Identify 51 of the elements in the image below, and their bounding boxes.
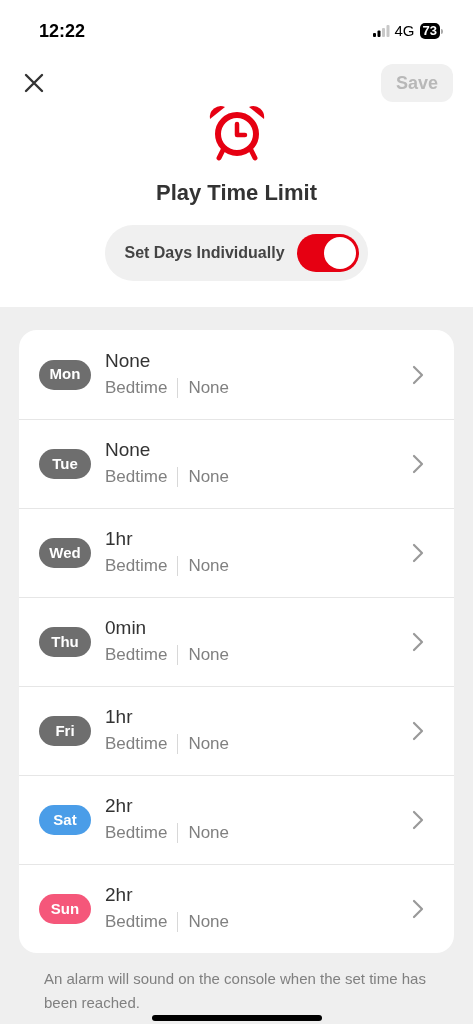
bedtime-label: Bedtime — [105, 555, 168, 578]
chevron-icon — [412, 721, 424, 741]
bedtime-value: None — [188, 376, 229, 399]
day-row[interactable]: Fri 1hr Bedtime None — [19, 686, 454, 775]
day-badge: Mon — [39, 359, 91, 390]
limit-value: 2hr — [105, 794, 134, 819]
day-badge: Sun — [39, 894, 91, 924]
chevron-icon — [412, 632, 424, 652]
chevron-icon — [412, 899, 424, 919]
bedtime-label: Bedtime — [105, 822, 168, 845]
chevron-icon — [412, 364, 424, 385]
bedtime-value: None — [188, 466, 229, 489]
bedtime-value: None — [188, 822, 229, 845]
limit-value: None — [105, 438, 152, 463]
day-badge: Wed — [39, 538, 91, 568]
bedtime-value: None — [188, 911, 229, 934]
day-badge: Tue — [39, 449, 91, 479]
bedtime-label: Bedtime — [105, 466, 168, 489]
bedtime-value: None — [188, 733, 229, 756]
bedtime-value: None — [188, 555, 229, 578]
limit-value: 1hr — [105, 527, 134, 552]
day-row[interactable]: Tue None Bedtime None — [19, 419, 454, 508]
day-badge: Sat — [39, 805, 91, 835]
toggle-label: Set Days Individually — [124, 243, 285, 263]
toggle-switch[interactable] — [296, 234, 359, 272]
chevron-icon — [412, 454, 424, 474]
bedtime-label: Bedtime — [105, 733, 168, 756]
day-row[interactable]: Sat 2hr Bedtime None — [19, 775, 454, 864]
footnote: An alarm will sound on the console when the set time has been reached. — [44, 969, 427, 1013]
chevron-icon — [412, 543, 424, 563]
day-badge: Thu — [39, 627, 91, 657]
day-row[interactable]: Wed 1hr Bedtime None — [19, 508, 454, 597]
day-badge: Fri — [39, 716, 91, 746]
day-row[interactable]: Mon None Bedtime None — [19, 330, 454, 419]
limit-value: 0min — [105, 616, 148, 641]
limit-value: 2hr — [105, 883, 134, 908]
day-row[interactable]: Sun 2hr Bedtime None — [19, 864, 454, 953]
close-icon[interactable] — [24, 73, 44, 93]
bedtime-value: None — [188, 644, 229, 667]
limit-value: None — [105, 348, 152, 373]
status-time: 12:22 — [39, 19, 86, 43]
signal-icon — [372, 25, 390, 37]
chevron-icon — [412, 810, 424, 830]
bedtime-label: Bedtime — [105, 911, 168, 934]
network-label: 4G — [394, 20, 415, 41]
day-row[interactable]: Thu 0min Bedtime None — [19, 597, 454, 686]
bedtime-label: Bedtime — [105, 376, 168, 399]
limit-value: 1hr — [105, 705, 134, 730]
bedtime-label: Bedtime — [105, 644, 168, 667]
page-title: Play Time Limit — [156, 179, 317, 207]
battery-icon: 73 — [419, 23, 443, 39]
